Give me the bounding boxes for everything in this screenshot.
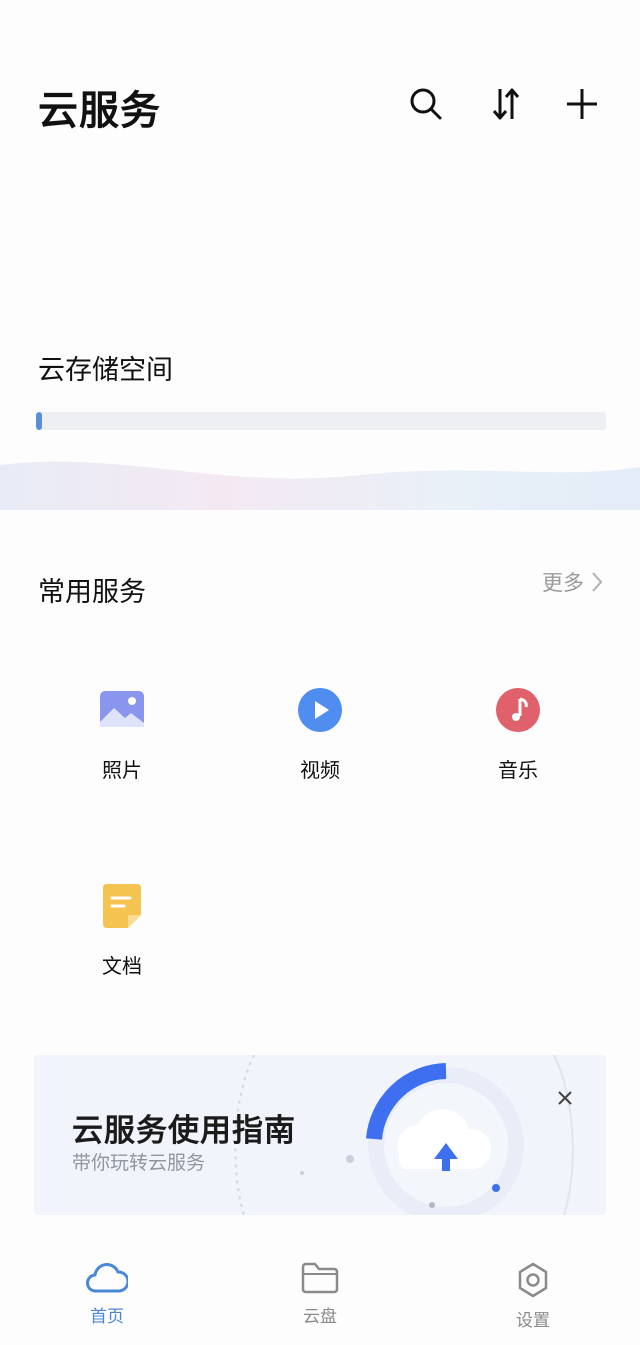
search-icon (410, 88, 442, 120)
sort-icon (492, 88, 520, 120)
storage-progress-fill (36, 412, 42, 430)
chevron-right-icon (592, 572, 603, 592)
service-documents[interactable]: 文档 (42, 882, 202, 979)
add-icon (567, 89, 597, 119)
more-services-link[interactable]: 更多 (542, 567, 604, 597)
sort-button[interactable] (486, 82, 526, 126)
storage-progress-bar (36, 412, 606, 430)
close-guide-button[interactable] (552, 1085, 578, 1111)
document-icon (98, 882, 146, 930)
service-label: 音乐 (498, 758, 538, 782)
close-icon (558, 1091, 572, 1105)
storage-title: 云存储空间 (38, 355, 173, 386)
video-play-icon (296, 686, 344, 734)
service-music[interactable]: 音乐 (438, 686, 598, 783)
gear-icon (518, 1262, 548, 1298)
guide-banner[interactable]: 云服务使用指南 带你玩转云服务 (34, 1055, 606, 1215)
service-label: 视频 (300, 758, 340, 782)
page-title: 云服务 (38, 88, 161, 134)
service-label: 文档 (102, 954, 142, 978)
tab-label: 首页 (90, 1307, 124, 1327)
add-button[interactable] (562, 82, 602, 126)
guide-subtitle: 带你玩转云服务 (72, 1152, 206, 1174)
search-button[interactable] (406, 82, 446, 126)
service-videos[interactable]: 视频 (240, 686, 400, 783)
decorative-wave (0, 461, 640, 510)
tab-label: 设置 (516, 1311, 550, 1331)
tab-cloud-drive[interactable]: 云盘 (260, 1262, 380, 1327)
cloud-icon (86, 1263, 128, 1293)
music-icon (494, 686, 542, 734)
guide-title: 云服务使用指南 (72, 1113, 296, 1149)
services-title: 常用服务 (38, 577, 146, 608)
service-label: 照片 (102, 758, 142, 782)
tab-home[interactable]: 首页 (47, 1262, 167, 1327)
folder-icon (301, 1262, 339, 1294)
tab-settings[interactable]: 设置 (473, 1262, 593, 1331)
photo-icon (98, 686, 146, 734)
service-photos[interactable]: 照片 (42, 686, 202, 783)
more-label: 更多 (542, 571, 584, 595)
tab-label: 云盘 (303, 1307, 337, 1327)
